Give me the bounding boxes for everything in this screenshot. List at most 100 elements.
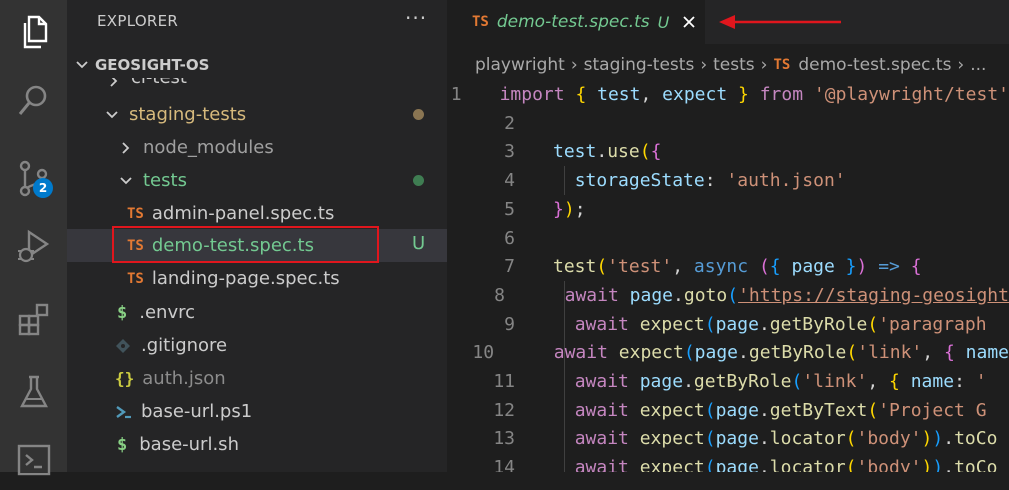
breadcrumb-item[interactable]: tests [713,55,755,75]
code-token: { [943,342,955,364]
code-token: ) [921,457,933,472]
code-line[interactable]: 8 await page. goto('https://staging-geosi… [447,281,1009,310]
search-icon[interactable] [0,70,67,130]
close-icon[interactable] [681,14,697,30]
code-line[interactable]: 13 await expect(page. locator('body')). to… [447,424,1009,453]
code-token: , [867,371,890,392]
tree-item-envrc[interactable]: $ .envrc [67,296,447,329]
tree-item-label: .envrc [139,302,196,323]
code-token: ; [574,198,586,220]
code-token: , [672,256,694,278]
code-token: . [943,428,955,450]
tree-item-landing-page[interactable]: TS landing-page.spec.ts [67,262,447,295]
code-token: 'body' [856,457,922,472]
code-line[interactable]: 12 await expect(page. getByText('Project … [447,396,1009,425]
typescript-file-icon: TS [472,14,489,30]
code-token: await [574,371,629,392]
tree-item-auth-json[interactable]: {} auth.json [67,362,447,395]
line-number: 4 [504,170,515,192]
code-token: ' [975,371,987,392]
breadcrumb-item[interactable]: staging-tests [584,55,695,75]
code-token: ( [639,141,651,163]
tree-item-staging-tests[interactable]: staging-tests [67,98,447,131]
code-line[interactable]: 14 await expect(page. locator('body')). to… [447,453,1009,472]
explorer-icon[interactable] [0,2,67,62]
tree-item-label: base-url.ps1 [141,401,253,422]
code-token: test [553,256,597,278]
code-line[interactable]: 7 test('test', async ({ page }) => { [447,252,1009,281]
editor-area: TS demo-test.spec.ts U playwright › stag… [447,0,1009,472]
more-actions-button[interactable]: ··· [405,6,427,30]
tree-item-node-modules[interactable]: node_modules [67,131,447,164]
code-token: expect [662,84,728,105]
chevron-right-icon: › [760,55,768,75]
code-token: 'Project G [878,399,987,421]
code-token: await [574,313,629,335]
breadcrumb-item[interactable]: ... [970,55,986,75]
code-token: { [575,84,587,105]
code-line[interactable]: 2 [447,109,1009,138]
code-token: : [954,371,976,392]
workspace-root-header[interactable]: GEOSIGHT-OS [67,52,447,78]
code-line[interactable]: 1 import { test, expect } from '@playwrig… [447,80,1009,109]
source-control-icon[interactable] [0,148,67,208]
code-token: page [715,457,759,472]
code-token: ( [758,256,770,278]
annotation-highlight-box [112,226,379,263]
tab-bar: TS demo-test.spec.ts U [447,0,1009,44]
code-token: expect [639,313,705,335]
extensions-icon[interactable] [0,290,67,350]
tree-item-partial[interactable] [67,461,447,472]
tree-item-base-url-ps1[interactable]: base-url.ps1 [67,395,447,428]
breadcrumb-item[interactable]: demo-test.spec.ts [798,55,951,75]
chevron-right-icon: › [570,55,578,75]
code-token: ( [704,313,716,335]
code-token: test [586,84,641,105]
run-debug-icon[interactable] [0,216,67,276]
annotation-arrow [719,15,841,29]
code-token: . [596,141,608,163]
code-line[interactable]: 4 storageState: 'auth.json' [447,166,1009,195]
breadcrumb-item[interactable]: playwright [475,55,565,75]
code-line[interactable]: 10 await expect(page. getByRole('link', {… [447,338,1009,367]
code-line[interactable]: 3 test. use({ [447,137,1009,166]
code-token: 'link' [802,371,868,392]
line-number: 3 [504,141,515,163]
code-line[interactable]: 6 [447,224,1009,253]
code-token: await [574,399,629,421]
code-token: await [564,284,619,306]
chevron-down-icon [106,110,118,118]
untracked-status: U [412,233,426,254]
code-token: . [758,399,770,421]
chevron-down-icon [76,61,88,69]
code-token: expect [639,399,705,421]
code-token: import [499,84,565,105]
powershell-file-icon [116,405,131,418]
code-token: locator [769,428,846,450]
code-line[interactable]: 11 await page. getByRole('link', { name: … [447,367,1009,396]
code-line[interactable]: 5}); [447,195,1009,224]
code-token: ( [791,371,803,392]
tree-item-base-url-sh[interactable]: $ base-url.sh [67,428,447,461]
code-token: 'paragraph [878,313,987,335]
code-token: test [553,141,597,163]
code-token: ( [867,313,879,335]
code-token: 'https://staging-geosight [738,284,1009,306]
testing-icon[interactable] [0,362,67,422]
terminal-icon[interactable] [0,430,67,490]
tab-demo-test[interactable]: TS demo-test.spec.ts U [447,0,705,44]
tree-item-gitignore[interactable]: .gitignore [67,329,447,362]
line-number: 12 [493,399,515,421]
code-token: . [758,313,770,335]
code-token: expect [639,428,705,450]
code-line[interactable]: 9 await expect(page. getByRole('paragraph [447,310,1009,339]
tree-item-tests[interactable]: tests [67,164,447,197]
